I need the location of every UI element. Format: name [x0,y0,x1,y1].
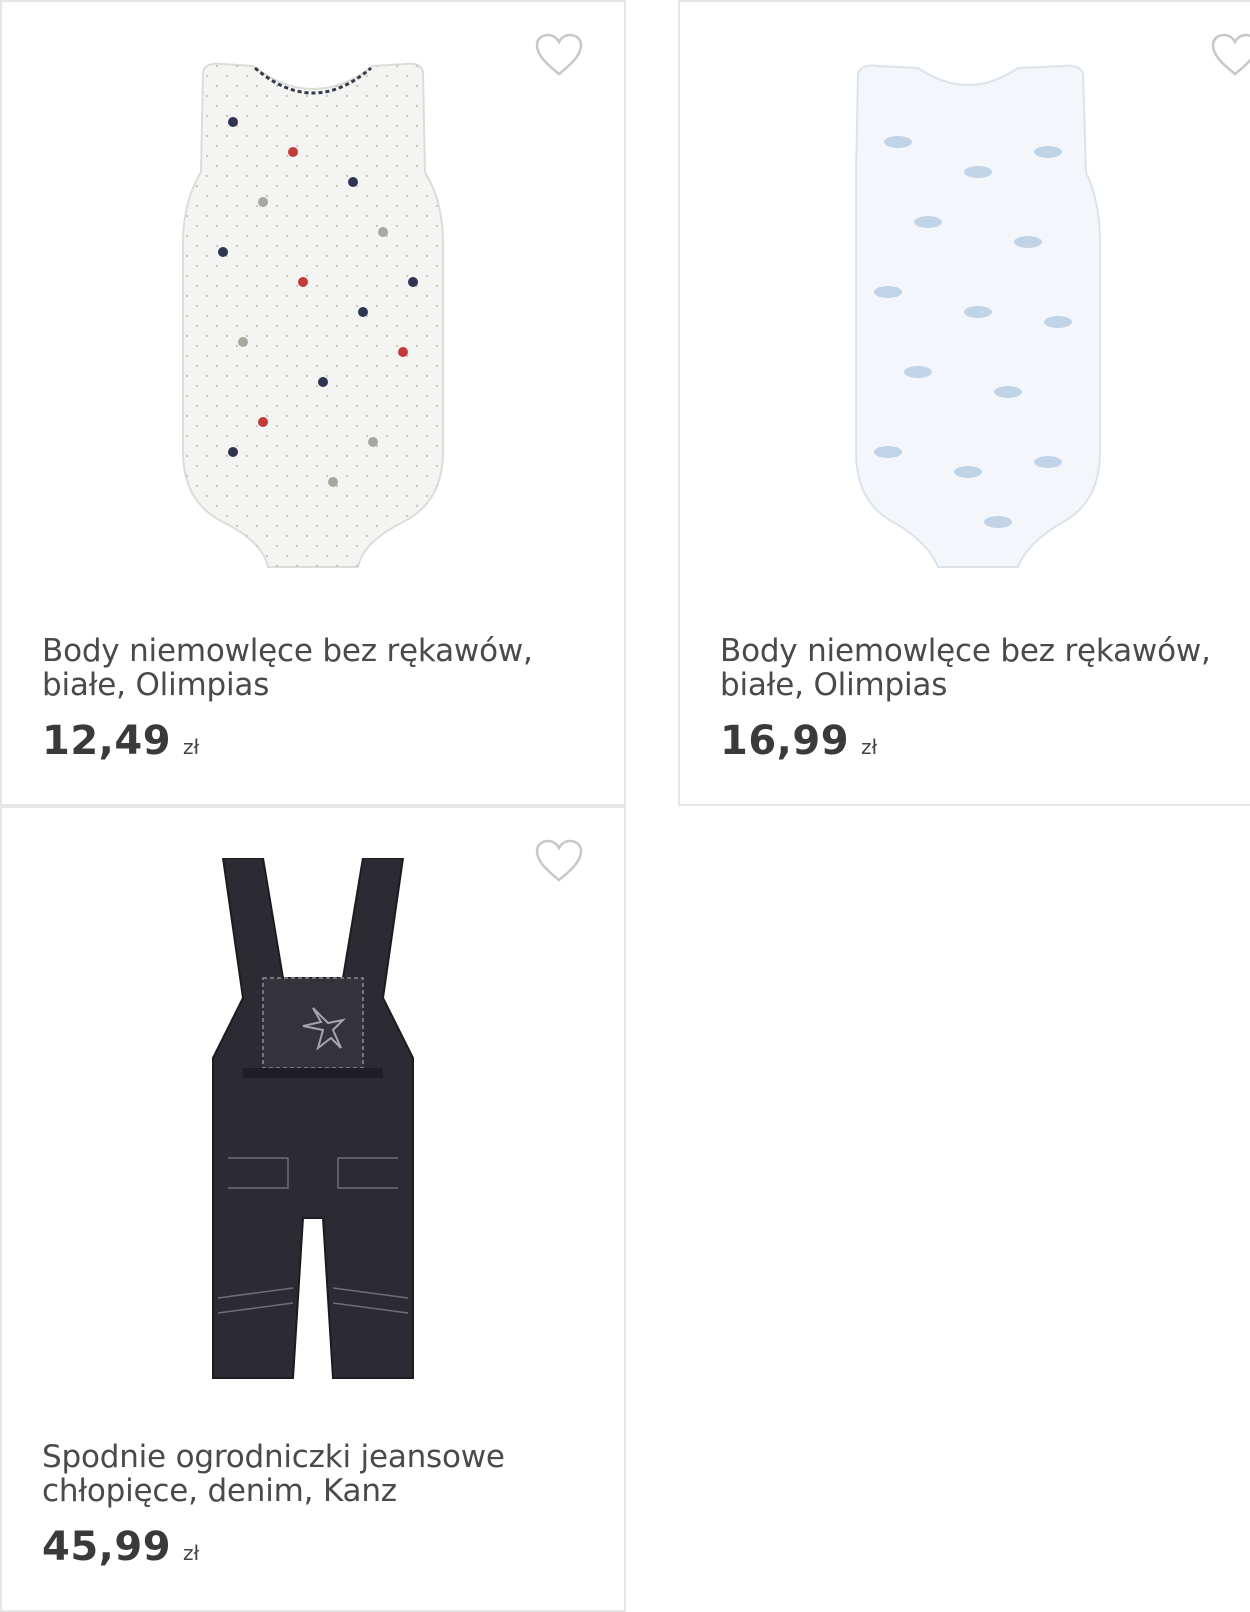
product-title[interactable]: Body niemowlęce bez rękawów, białe, Olim… [720,634,1240,702]
price-row: 12,49 zł [42,718,199,764]
product-title[interactable]: Body niemowlęce bez rękawów, białe, Olim… [42,634,562,702]
product-card[interactable]: Spodnie ogrodniczki jeansowe chłopięce, … [0,806,626,1612]
bodysuit-image [855,64,1101,568]
currency-label: zł [183,735,200,759]
currency-label: zł [861,735,878,759]
price-row: 16,99 zł [720,718,877,764]
product-card[interactable]: Body niemowlęce bez rękawów, białe, Olim… [678,0,1250,806]
product-image[interactable] [2,848,624,1408]
product-image[interactable] [680,42,1250,602]
product-image[interactable] [2,42,624,602]
bodysuit-image [182,62,444,568]
product-price: 12,49 [42,718,172,764]
product-title[interactable]: Spodnie ogrodniczki jeansowe chłopięce, … [42,1440,562,1508]
dungarees-image [212,858,414,1379]
currency-label: zł [183,1541,200,1565]
product-price: 16,99 [720,718,850,764]
product-card[interactable]: Body niemowlęce bez rękawów, białe, Olim… [0,0,626,806]
price-row: 45,99 zł [42,1524,199,1570]
product-grid: Body niemowlęce bez rękawów, białe, Olim… [0,0,1250,1612]
product-price: 45,99 [42,1524,172,1570]
